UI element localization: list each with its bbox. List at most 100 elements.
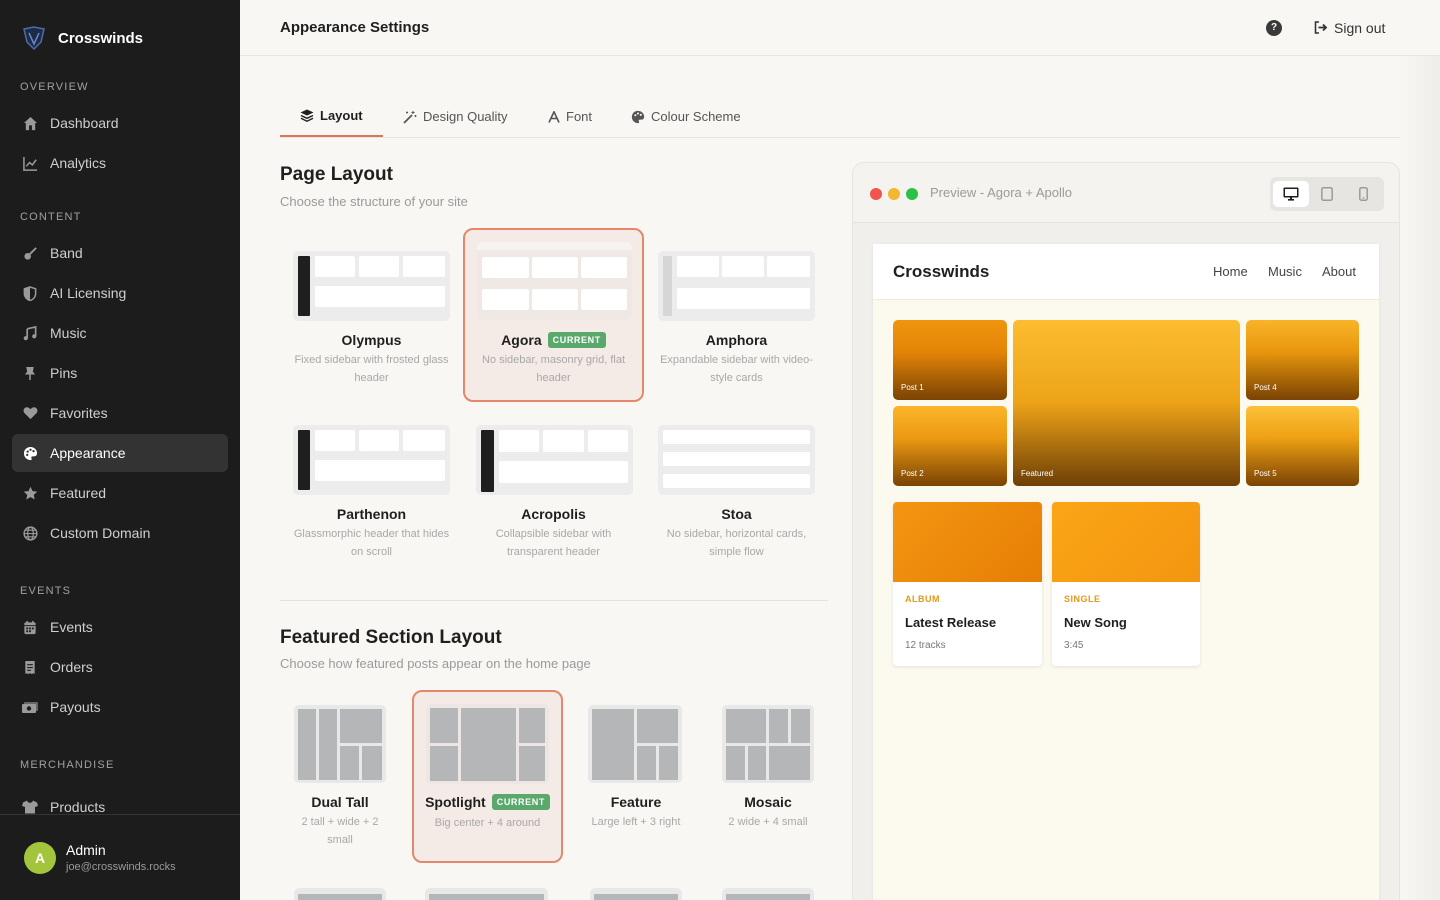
preview-site: Crosswinds Home Music About Post 1 Post … bbox=[873, 244, 1379, 900]
layout-name: Olympus bbox=[341, 332, 402, 348]
featured-option-partial[interactable] bbox=[590, 888, 682, 900]
scroll-edge bbox=[1400, 56, 1440, 900]
tile-label: Post 1 bbox=[901, 383, 924, 392]
sidebar-item-band[interactable]: Band bbox=[12, 234, 228, 272]
featured-name: Dual Tall bbox=[311, 794, 369, 810]
layout-name: Stoa bbox=[721, 506, 752, 522]
featured-tile[interactable]: Post 4 bbox=[1246, 320, 1359, 400]
palette-icon bbox=[22, 445, 38, 461]
page-title: Appearance Settings bbox=[280, 19, 430, 36]
tab-label: Colour Scheme bbox=[651, 109, 741, 124]
featured-tile-main[interactable]: Featured bbox=[1013, 320, 1240, 486]
window-dot-green bbox=[906, 188, 918, 200]
sign-out-label: Sign out bbox=[1334, 19, 1386, 36]
logo-icon bbox=[23, 26, 45, 51]
release-type: ALBUM bbox=[905, 594, 940, 604]
brand-name: Crosswinds bbox=[58, 29, 144, 47]
featured-option-dual-tall[interactable]: Dual Tall 2 tall + wide + 2 small bbox=[280, 691, 400, 862]
tile-label: Post 4 bbox=[1254, 383, 1277, 392]
layout-desc: Collapsible sidebar with transparent hea… bbox=[495, 528, 612, 558]
topbar: Appearance Settings ? Sign out bbox=[240, 0, 1440, 56]
brand[interactable]: Crosswinds bbox=[0, 0, 240, 76]
sidebar-item-label: Events bbox=[50, 619, 93, 635]
star-icon bbox=[22, 485, 38, 501]
avatar: A bbox=[24, 841, 56, 874]
layout-option-olympus[interactable]: Olympus Fixed sidebar with frosted glass… bbox=[281, 229, 462, 401]
sidebar-item-orders[interactable]: Orders bbox=[12, 648, 228, 686]
tab-layout[interactable]: Layout bbox=[280, 96, 383, 137]
sidebar-item-label: Products bbox=[50, 799, 106, 815]
release-card[interactable]: ALBUM Latest Release 12 tracks bbox=[893, 502, 1042, 666]
tablet-icon bbox=[1321, 187, 1333, 201]
featured-option-mosaic[interactable]: Mosaic 2 wide + 4 small bbox=[708, 691, 828, 862]
sidebar-item-label: Custom Domain bbox=[50, 525, 151, 541]
site-nav-home[interactable]: Home bbox=[1213, 264, 1248, 279]
release-meta: 3:45 bbox=[1064, 640, 1084, 651]
featured-option-partial[interactable] bbox=[294, 888, 386, 900]
preview-title: Preview - Agora + Apollo bbox=[930, 185, 1072, 200]
phone-icon bbox=[1358, 187, 1368, 201]
sidebar-item-ai-licensing[interactable]: AI Licensing bbox=[12, 274, 228, 312]
featured-option-partial[interactable] bbox=[425, 888, 548, 900]
sidebar-item-label: Dashboard bbox=[50, 115, 119, 131]
layout-option-agora[interactable]: Agora CURRENT No sidebar, masonry grid, f… bbox=[463, 228, 644, 402]
tab-colour-scheme[interactable]: Colour Scheme bbox=[631, 96, 741, 137]
device-tablet-button[interactable] bbox=[1309, 181, 1345, 207]
current-badge: CURRENT bbox=[491, 794, 550, 810]
sidebar-item-analytics[interactable]: Analytics bbox=[12, 144, 228, 182]
sidebar-item-payouts[interactable]: Payouts bbox=[12, 688, 228, 726]
featured-desc: Big center + 4 around bbox=[434, 817, 541, 829]
sidebar-item-events[interactable]: Events bbox=[12, 608, 228, 646]
featured-tile[interactable]: Post 5 bbox=[1246, 406, 1359, 486]
device-desktop-button[interactable] bbox=[1273, 181, 1309, 207]
help-button[interactable]: ? bbox=[1266, 19, 1282, 36]
layout-option-stoa[interactable]: Stoa No sidebar, horizontal cards, simpl… bbox=[646, 403, 827, 575]
layout-name: Parthenon bbox=[336, 506, 407, 522]
nav-section-events: EVENTS bbox=[20, 585, 72, 597]
release-card[interactable]: SINGLE New Song 3:45 bbox=[1052, 502, 1200, 666]
tab-design-quality[interactable]: Design Quality bbox=[403, 96, 508, 137]
sidebar-item-appearance[interactable]: Appearance bbox=[12, 434, 228, 472]
sidebar-item-featured[interactable]: Featured bbox=[12, 474, 228, 512]
section-divider bbox=[280, 600, 828, 601]
sign-out-button[interactable]: Sign out bbox=[1314, 20, 1385, 36]
tile-label: Post 5 bbox=[1254, 469, 1277, 478]
nav-section-overview: OVERVIEW bbox=[20, 81, 89, 93]
tab-font[interactable]: Font bbox=[548, 96, 592, 137]
featured-tile[interactable]: Post 2 bbox=[893, 406, 1007, 486]
site-nav-about[interactable]: About bbox=[1322, 264, 1356, 279]
preview-toolbar: Preview - Agora + Apollo bbox=[853, 163, 1399, 223]
sidebar-item-dashboard[interactable]: Dashboard bbox=[12, 104, 228, 142]
sidebar-item-pins[interactable]: Pins bbox=[12, 354, 228, 392]
wand-icon bbox=[403, 110, 417, 124]
layout-option-amphora[interactable]: Amphora Expandable sidebar with video-st… bbox=[646, 229, 827, 401]
layout-thumbnail bbox=[293, 425, 450, 495]
featured-option-feature[interactable]: Feature Large left + 3 right bbox=[576, 691, 696, 862]
featured-option-spotlight[interactable]: Spotlight CURRENT Big center + 4 around bbox=[412, 690, 563, 863]
money-icon bbox=[22, 699, 38, 715]
featured-tile[interactable]: Post 1 bbox=[893, 320, 1007, 400]
user-name: Admin bbox=[66, 842, 106, 858]
site-nav-music[interactable]: Music bbox=[1268, 264, 1302, 279]
sidebar-item-custom-domain[interactable]: Custom Domain bbox=[12, 514, 228, 552]
release-title: Latest Release bbox=[905, 615, 997, 630]
current-badge: CURRENT bbox=[547, 332, 606, 348]
tile-label: Post 2 bbox=[901, 469, 924, 478]
featured-option-partial[interactable] bbox=[722, 888, 814, 900]
device-phone-button[interactable] bbox=[1345, 181, 1381, 207]
layout-name: Agora CURRENT bbox=[465, 332, 642, 348]
featured-layout-subtitle: Choose how featured posts appear on the … bbox=[280, 656, 591, 671]
featured-thumbnail bbox=[722, 705, 814, 783]
layout-option-parthenon[interactable]: Parthenon Glassmorphic header that hides… bbox=[281, 403, 462, 575]
layout-desc: Fixed sidebar with frosted glass header bbox=[294, 354, 449, 384]
tab-label: Font bbox=[566, 109, 593, 124]
settings-tabs: Layout Design Quality Font Colour Scheme bbox=[280, 96, 1400, 138]
release-cover bbox=[1052, 502, 1200, 582]
tab-label: Design Quality bbox=[423, 109, 508, 124]
device-toggle bbox=[1270, 177, 1384, 211]
user-profile[interactable]: A Admin joe@crosswinds.rocks bbox=[0, 814, 240, 900]
featured-desc: 2 wide + 4 small bbox=[728, 816, 808, 828]
sidebar-item-favorites[interactable]: Favorites bbox=[12, 394, 228, 432]
layout-option-acropolis[interactable]: Acropolis Collapsible sidebar with trans… bbox=[463, 403, 644, 575]
sidebar-item-music[interactable]: Music bbox=[12, 314, 228, 352]
